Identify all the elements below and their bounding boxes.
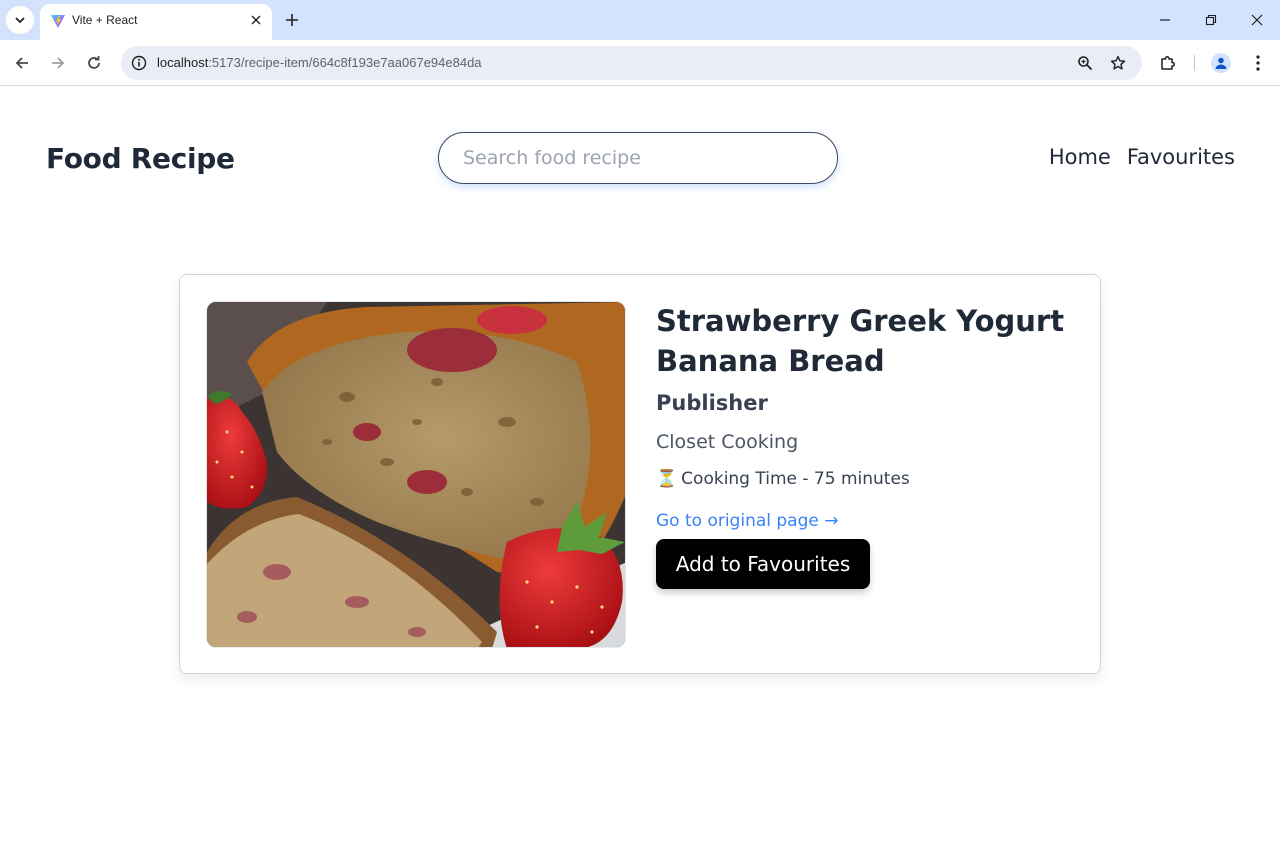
- cooking-time: ⏳ Cooking Time - 75 minutes: [656, 469, 1076, 489]
- cooking-time-text: Cooking Time - 75 minutes: [681, 469, 910, 489]
- browser-toolbar: localhost:5173/recipe-item/664c8f193e7aa…: [0, 40, 1280, 86]
- plus-icon: [286, 14, 298, 26]
- extensions-button[interactable]: [1154, 49, 1182, 77]
- close-window-button[interactable]: [1234, 0, 1280, 40]
- zoom-icon[interactable]: [1073, 51, 1097, 75]
- vite-logo-icon: [51, 15, 65, 28]
- more-vertical-icon: [1256, 55, 1260, 71]
- recipe-title: Strawberry Greek Yogurt Banana Bread: [656, 304, 1065, 378]
- publisher-name: Closet Cooking: [656, 431, 799, 453]
- tab-title: Vite + React: [72, 13, 138, 27]
- minimize-icon: [1160, 19, 1170, 21]
- nav-favourites-link[interactable]: Favourites: [1127, 145, 1235, 169]
- nav-home-link[interactable]: Home: [1049, 145, 1111, 169]
- chevron-down-icon: [15, 17, 25, 24]
- address-bar[interactable]: localhost:5173/recipe-item/664c8f193e7aa…: [121, 46, 1142, 80]
- tab-close-icon[interactable]: [248, 12, 264, 28]
- recipe-detail-card: Strawberry Greek Yogurt Banana Bread Pub…: [179, 274, 1101, 674]
- site-info-icon[interactable]: [127, 51, 151, 75]
- toolbar-divider: [1194, 55, 1195, 71]
- hourglass-icon: ⏳: [656, 469, 678, 489]
- back-button[interactable]: [8, 49, 36, 77]
- search-input[interactable]: [438, 132, 838, 184]
- person-icon: [1215, 57, 1227, 69]
- browser-menu-button[interactable]: [1244, 49, 1272, 77]
- url-path: :5173/recipe-item/664c8f193e7aa067e94e84…: [208, 55, 482, 70]
- profile-button[interactable]: [1207, 49, 1235, 77]
- site-logo[interactable]: Food Recipe: [46, 142, 235, 175]
- browser-tab-active[interactable]: Vite + React: [40, 4, 272, 40]
- tab-search-button[interactable]: [6, 6, 34, 34]
- publisher-label: Publisher: [656, 391, 768, 415]
- original-page-link[interactable]: Go to original page →: [656, 511, 839, 531]
- main-nav: Home Favourites: [1049, 145, 1235, 169]
- minimize-button[interactable]: [1142, 0, 1188, 40]
- restore-button[interactable]: [1188, 0, 1234, 40]
- new-tab-button[interactable]: [280, 8, 304, 32]
- url-host: localhost: [157, 55, 209, 70]
- browser-tab-strip: Vite + React: [0, 0, 1280, 40]
- url-text[interactable]: localhost:5173/recipe-item/664c8f193e7aa…: [157, 55, 482, 70]
- puzzle-icon: [1161, 56, 1175, 70]
- recipe-info: Strawberry Greek Yogurt Banana Bread Pub…: [656, 301, 1076, 589]
- recipe-image: [206, 301, 626, 648]
- forward-button[interactable]: [44, 49, 72, 77]
- restore-icon: [1205, 14, 1217, 26]
- arrow-left-icon: [15, 57, 28, 69]
- close-icon: [1251, 14, 1263, 26]
- reload-icon: [88, 56, 100, 69]
- arrow-right-icon: [52, 57, 65, 69]
- reload-button[interactable]: [80, 49, 108, 77]
- avatar: [1211, 53, 1231, 73]
- bookmark-star-icon[interactable]: [1106, 51, 1130, 75]
- add-to-favourites-button[interactable]: Add to Favourites: [656, 539, 870, 589]
